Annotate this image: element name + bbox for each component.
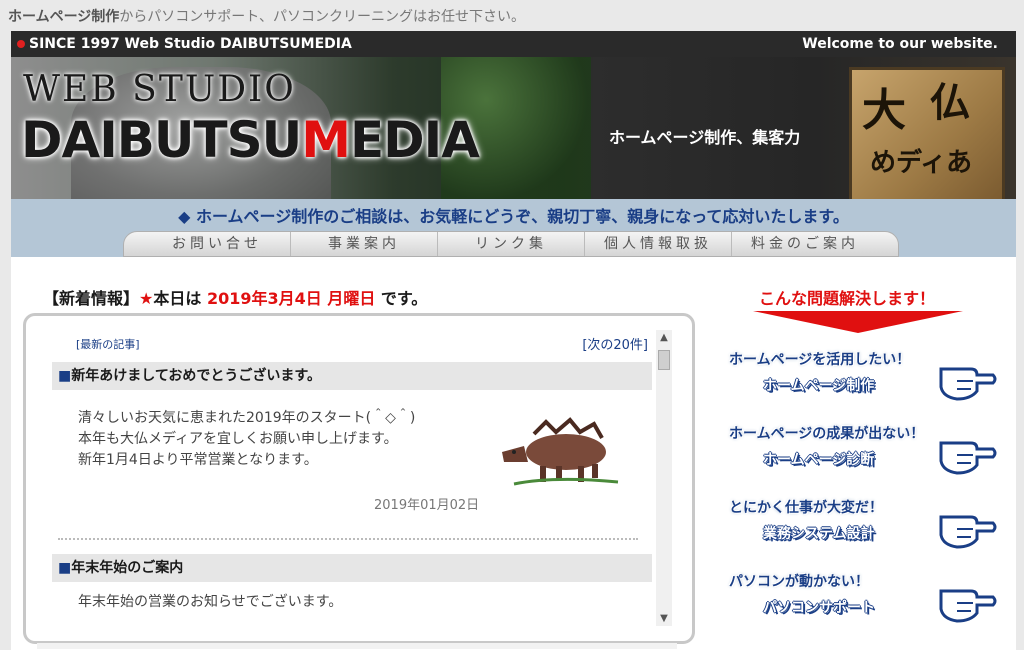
notice-text: ◆ ホームページ制作のご相談は、お気軽にどうぞ、親切丁寧、親身になって応対いたし…: [178, 207, 849, 226]
service-question: とにかく仕事が大変だ！: [729, 500, 883, 516]
service-question: パソコンが動かない！: [729, 574, 869, 590]
square-bullet-icon: ■: [58, 368, 72, 384]
sign-char-2: 仏: [930, 79, 970, 126]
nav-business[interactable]: 事業案内: [291, 232, 438, 256]
news-heading-label: 【新着情報】: [43, 289, 140, 308]
service-link-pc-support[interactable]: パソコンが動かない！ パソコンサポート: [727, 571, 1007, 631]
service-label: ホームページ制作: [763, 378, 875, 394]
site-tagline: ホームページ制作からパソコンサポート、パソコンクリーニングはお任せ下さい。: [8, 6, 525, 26]
news-heading-today: 本日は: [153, 289, 202, 308]
scroll-down-arrow-icon[interactable]: ▼: [656, 613, 672, 624]
news-box: [最新の記事] [次の20件] ■新年あけましておめでとうございます。 清々しい…: [23, 313, 695, 644]
service-link-business-system[interactable]: とにかく仕事が大変だ！ 業務システム設計: [727, 497, 1007, 557]
article-title[interactable]: ■年末年始のご案内: [52, 554, 652, 582]
service-label: 業務システム設計: [763, 526, 875, 542]
today-date: 2019年3月4日 月曜日: [206, 289, 376, 308]
service-link-web-diagnosis[interactable]: ホームページの成果が出ない！ ホームページ診断: [727, 423, 1007, 483]
sign-char-3: めディあ: [870, 148, 973, 178]
article-line: 本年も大仏メディアを宜しくお願い申し上げます。: [78, 431, 398, 447]
article-title-text: 年末年始のご案内: [71, 560, 184, 576]
next-20-link[interactable]: [次の20件]: [582, 334, 648, 353]
service-label: パソコンサポート: [763, 600, 875, 616]
tagline-bold: ホームページ制作: [8, 9, 120, 25]
nav-privacy[interactable]: 個人情報取扱: [585, 232, 732, 256]
logo-daibutsumedia[interactable]: DAIBUTSUMEDIA: [21, 111, 480, 169]
nav-links[interactable]: リンク集: [438, 232, 585, 256]
top-bar: SINCE 1997 Web Studio DAIBUTSUMEDIA Welc…: [11, 31, 1016, 57]
red-dot-icon: [17, 40, 25, 48]
pointing-hand-icon: [939, 367, 997, 401]
red-arrow-icon: [753, 311, 963, 333]
page-wrapper: SINCE 1997 Web Studio DAIBUTSUMEDIA Welc…: [11, 31, 1016, 650]
news-tab-header: [最新の記事] [次の20件]: [52, 330, 652, 356]
sign-char-1: 大: [862, 85, 906, 136]
news-scrollbar[interactable]: ▲ ▼: [656, 330, 672, 626]
nav-contact[interactable]: お問い合せ: [144, 232, 291, 256]
banner-slogan: ホームページ制作、集客力: [609, 128, 801, 147]
news-footer-strip: [37, 643, 677, 649]
logo-part-m: M: [301, 111, 351, 169]
news-scroll-area[interactable]: [最新の記事] [次の20件] ■新年あけましておめでとうございます。 清々しい…: [52, 330, 652, 626]
logo-part-1: DAIBUTSU: [21, 111, 302, 169]
article-body: 清々しいお天気に恵まれた2019年のスタート(＾◇＾) 本年も大仏メディアを宜し…: [78, 408, 415, 471]
logo-part-2: EDIA: [350, 111, 480, 169]
article-line: 年末年始の営業のお知らせでございます。: [78, 594, 343, 610]
tagline-rest: からパソコンサポート、パソコンクリーニングはお任せ下さい。: [119, 9, 526, 25]
service-label: ホームページ診断: [763, 452, 875, 468]
logo-web-studio: WEB STUDIO: [23, 69, 296, 110]
main-nav: お問い合せ 事業案内 リンク集 個人情報取扱 料金のご案内: [123, 231, 899, 257]
latest-articles-link[interactable]: [最新の記事]: [76, 336, 140, 352]
article-line: 清々しいお天気に恵まれた2019年のスタート(＾◇＾): [78, 410, 416, 426]
scroll-up-arrow-icon[interactable]: ▲: [656, 332, 672, 343]
article-body: 年末年始の営業のお知らせでございます。: [78, 592, 342, 613]
welcome-text: Welcome to our website.: [802, 36, 998, 52]
article-line: 新年1月4日より平常営業となります。: [78, 452, 318, 468]
pointing-hand-icon: [939, 441, 997, 475]
star-icon: ★: [139, 289, 154, 308]
article-title-text: 新年あけましておめでとうございます。: [71, 368, 321, 384]
article-title[interactable]: ■新年あけましておめでとうございます。: [52, 362, 652, 390]
since-text: SINCE 1997 Web Studio DAIBUTSUMEDIA: [29, 36, 352, 52]
news-heading-end: です。: [380, 289, 428, 308]
service-question: ホームページの成果が出ない！: [729, 426, 925, 442]
nav-pricing[interactable]: 料金のご案内: [732, 232, 878, 256]
header-banner: WEB STUDIO DAIBUTSUMEDIA ホームページ制作、集客力 大 …: [11, 57, 1016, 199]
boar-illustration: [502, 417, 619, 486]
service-question: ホームページを活用したい！: [729, 352, 911, 368]
side-heading: こんな問題解決します！: [759, 289, 936, 308]
service-link-web-production[interactable]: ホームページを活用したい！ ホームページ制作: [727, 349, 1007, 409]
scroll-thumb[interactable]: [658, 350, 670, 370]
news-heading: 【新着情報】★本日は 2019年3月4日 月曜日 です。: [43, 285, 427, 309]
square-bullet-icon: ■: [58, 560, 72, 576]
article-separator: [58, 538, 638, 540]
pointing-hand-icon: [939, 589, 997, 623]
pointing-hand-icon: [939, 515, 997, 549]
article-date: 2019年01月02日: [374, 498, 480, 513]
wooden-sign-image: 大 仏 めディあ: [849, 67, 1005, 199]
